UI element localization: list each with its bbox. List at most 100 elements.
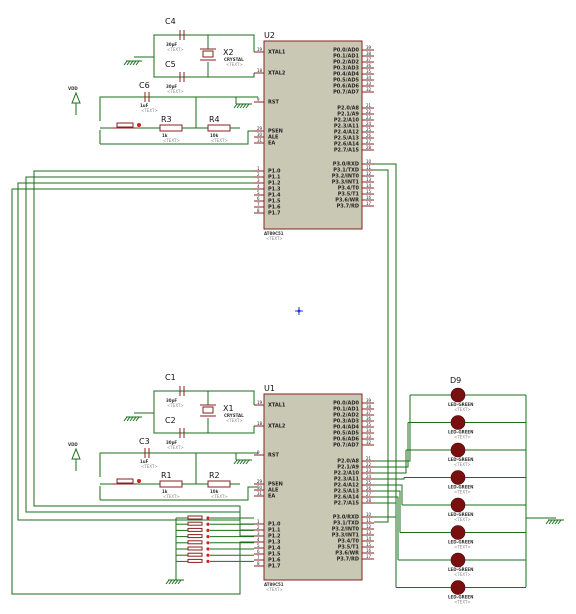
pin-number: 12	[366, 171, 372, 176]
ground-hatch	[233, 103, 238, 109]
pin-number: 30	[257, 132, 263, 137]
res2-text: <TEXT>	[211, 494, 228, 499]
pin-number: 21	[366, 456, 372, 461]
ground-hatch	[177, 579, 182, 585]
pin-number: 37	[366, 57, 372, 62]
ground-hatch	[557, 519, 562, 525]
switch-indicator	[206, 547, 210, 551]
pin-name: P0.7/AD7	[333, 90, 359, 96]
led-body	[450, 552, 466, 568]
mcu-u2: U2AT89C51<TEXT>XTAL119XTAL218RST9PSEN29A…	[254, 31, 374, 241]
pin-name: XTAL2	[268, 424, 286, 430]
cap3-text: <TEXT>	[141, 464, 158, 469]
pin-number: 27	[366, 139, 372, 144]
ground-hatch	[233, 459, 238, 465]
pin-number: 26	[366, 133, 372, 138]
ground-hatch	[129, 416, 134, 422]
pin-number: 14	[366, 536, 372, 541]
vdd-label: VDD	[68, 86, 78, 91]
led-text: <TEXT>	[454, 435, 471, 440]
pin-name: P1.7	[268, 564, 281, 570]
chip-ref: U2	[264, 31, 275, 40]
wire	[374, 502, 397, 588]
wire	[99, 452, 258, 477]
wire	[374, 496, 399, 560]
ground-hatch	[239, 103, 244, 109]
pin-number: 13	[366, 530, 372, 535]
pin-number: 25	[366, 480, 372, 485]
crystal-body	[202, 50, 214, 58]
chip-ref: U1	[264, 384, 275, 393]
switch-body	[187, 534, 203, 539]
pin-number: 33	[366, 434, 372, 439]
resistor-2	[207, 480, 231, 488]
ground-hatch	[168, 579, 173, 585]
pin-number: 8	[257, 561, 260, 566]
ground-hatch	[545, 519, 550, 525]
cap1-text: <TEXT>	[167, 403, 184, 408]
pin-number: 5	[257, 190, 260, 195]
pin-number: 24	[366, 474, 372, 479]
ground-hatch	[236, 103, 241, 109]
pin-number: 10	[366, 159, 372, 164]
pin-number: 32	[366, 87, 372, 92]
ground-hatch	[551, 519, 556, 525]
led-text: <TEXT>	[454, 517, 471, 522]
vdd-arrow-icon	[71, 447, 81, 460]
schematic-canvas[interactable]: C430pF<TEXT>C530pF<TEXT>X2CRYSTAL<TEXT>V…	[0, 0, 576, 614]
pin-name: EA	[268, 494, 275, 500]
ground-hatch	[242, 103, 247, 109]
pin-number: 9	[257, 450, 260, 455]
wire	[374, 163, 397, 518]
led-body	[450, 525, 466, 540]
wire	[25, 176, 254, 531]
pin-name: XTAL2	[268, 71, 286, 77]
switch-body	[187, 546, 203, 551]
ground-hatch	[135, 416, 140, 422]
pin-number: 9	[257, 97, 260, 102]
led-8: LED-GREEN<TEXT>	[396, 580, 526, 605]
switch-6	[176, 546, 254, 551]
button-indicator	[137, 479, 141, 483]
resistor-1	[159, 480, 183, 488]
pin-number: 28	[366, 145, 372, 150]
pin-number: 1	[257, 166, 260, 171]
ground-hatch	[129, 60, 134, 66]
pin-number: 29	[257, 126, 263, 131]
bottom-oscillator-reset-block: C130pF<TEXT>C230pF<TEXT>X1CRYSTAL<TEXT>V…	[68, 373, 258, 501]
led-text: <TEXT>	[454, 545, 471, 550]
wire	[33, 170, 254, 525]
pin-number: 32	[366, 440, 372, 445]
ground-hatch	[245, 103, 250, 109]
resistor-1	[159, 124, 183, 132]
ground-hatch	[132, 60, 137, 66]
pin-number: 36	[366, 416, 372, 421]
push-button	[116, 478, 134, 484]
pin-number: 39	[366, 45, 372, 50]
crosshair-icon	[295, 307, 303, 315]
ground-symbol	[123, 60, 142, 66]
pin-number: 31	[257, 138, 263, 143]
ground-hatch	[123, 60, 128, 66]
cap2-ref: C2	[165, 416, 176, 425]
switch-3	[176, 527, 254, 533]
wire	[374, 395, 411, 462]
vdd-label: VDD	[68, 442, 78, 447]
pin-number: 39	[366, 398, 372, 403]
led-body	[450, 442, 466, 458]
pin-number: 12	[366, 524, 372, 529]
switch-indicator	[206, 528, 210, 533]
pin-name: P2.7/A15	[334, 501, 360, 507]
ground-hatch	[135, 60, 140, 66]
pin-number: 21	[366, 103, 372, 108]
crystal-ref: X1	[223, 404, 234, 413]
ground-symbol	[165, 579, 184, 585]
crystal-text: <TEXT>	[226, 418, 243, 423]
pin-number: 23	[366, 468, 372, 473]
led-body	[450, 415, 466, 430]
pin-number: 38	[366, 51, 372, 56]
pin-number: 35	[366, 69, 372, 74]
switch-4	[176, 534, 254, 539]
pin-number: 6	[257, 549, 260, 554]
cap2-text: <TEXT>	[167, 89, 184, 94]
